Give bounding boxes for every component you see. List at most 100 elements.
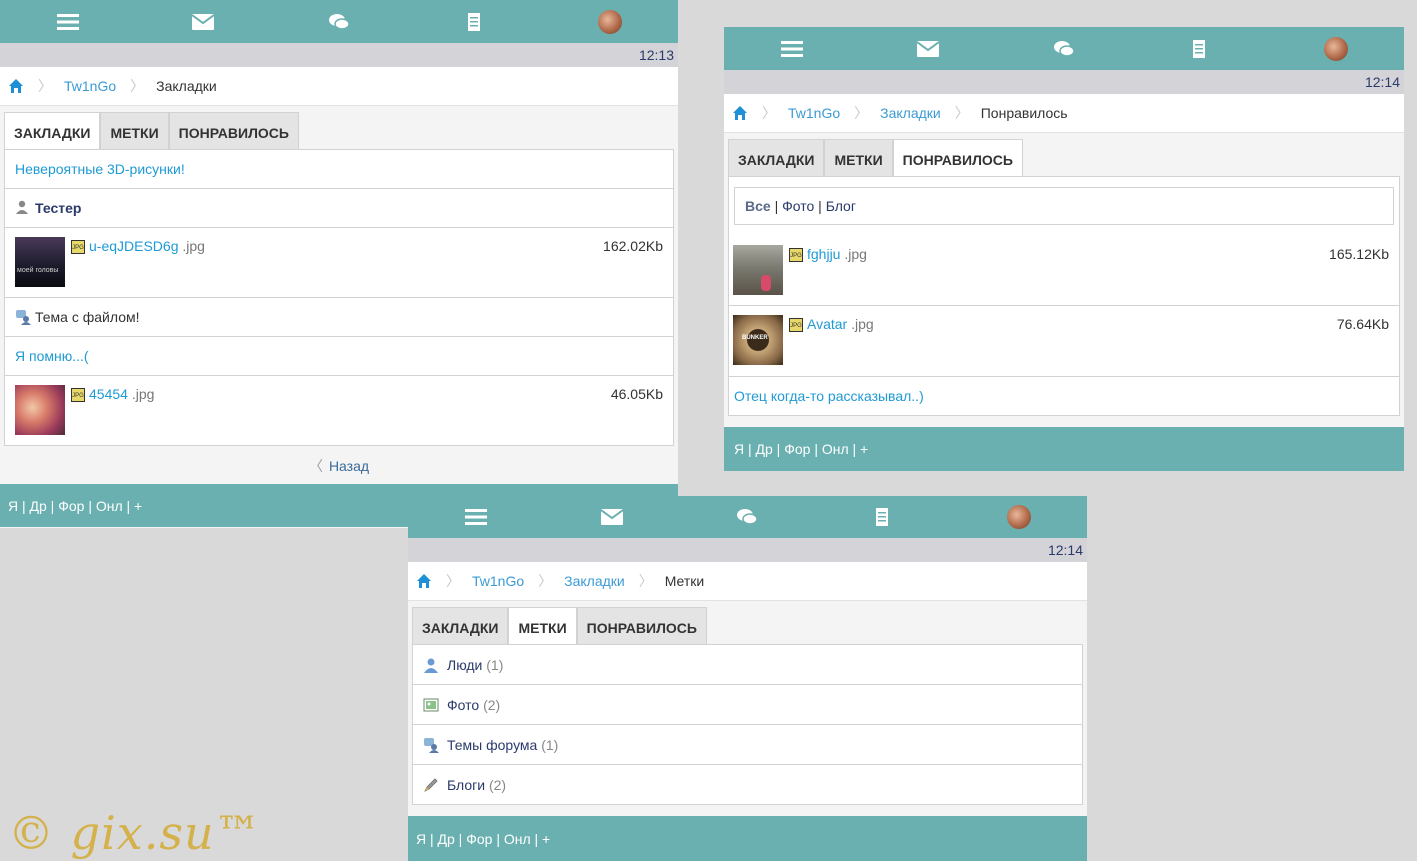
tag-count: (2) (483, 696, 501, 713)
filter-all[interactable]: Все (745, 198, 771, 214)
bookmark-link[interactable]: Я помню...( (15, 348, 89, 364)
filter-blog[interactable]: Блог (826, 198, 856, 214)
file-thumbnail[interactable]: моей головы (15, 237, 65, 287)
tag-item-people[interactable]: Люди (1) (413, 645, 1082, 685)
mail-icon[interactable] (916, 37, 940, 61)
tab-liked[interactable]: ПОНРАВИЛОСЬ (576, 607, 707, 644)
clock: 12:14 (724, 70, 1404, 94)
file-size: 162.02Kb (603, 238, 663, 254)
home-icon[interactable] (8, 78, 24, 94)
chevron-right-icon: 〉 (854, 105, 869, 121)
file-thumbnail[interactable] (15, 385, 65, 435)
jpg-file-icon: JPG (71, 388, 85, 402)
clock: 12:13 (0, 43, 678, 67)
home-icon[interactable] (732, 105, 748, 121)
tag-label: Люди (447, 656, 483, 673)
filter-photo[interactable]: Фото (782, 198, 814, 214)
user-avatar[interactable] (1324, 36, 1348, 61)
chat-icon[interactable] (327, 10, 351, 34)
chat-icon[interactable] (1052, 37, 1076, 61)
tag-count: (1) (541, 736, 559, 753)
tab-tags[interactable]: МЕТКИ (100, 112, 169, 149)
file-thumbnail[interactable]: BUNKER (733, 315, 783, 365)
file-link[interactable]: fghjju (807, 246, 840, 262)
jpg-file-icon: JPG (789, 248, 803, 262)
footer-nav[interactable]: Я | Др | Фор | Онл | + (724, 427, 1404, 471)
list-item: Отец когда-то рассказывал..) (729, 377, 1399, 415)
file-link[interactable]: u-eqJDESD6g (89, 238, 179, 254)
bookmark-list: Невероятные 3D-рисунки! Тестер моей голо… (4, 149, 674, 446)
menu-icon[interactable] (56, 10, 80, 34)
file-ext: .jpg (182, 238, 205, 254)
notes-icon[interactable] (463, 10, 487, 34)
list-item: Я помню...( (5, 337, 673, 376)
breadcrumb-bookmarks-link[interactable]: Закладки (564, 573, 625, 589)
footer-nav[interactable]: Я | Др | Фор | Онл | + (408, 816, 1087, 861)
chevron-right-icon: 〉 (954, 105, 969, 121)
tag-count: (2) (488, 776, 507, 793)
tag-count: (1) (486, 656, 504, 673)
menu-icon[interactable] (780, 37, 804, 61)
user-icon (15, 200, 31, 216)
top-nav (408, 496, 1087, 538)
home-icon[interactable] (416, 573, 432, 589)
topic-title[interactable]: Тема с файлом! (35, 309, 140, 325)
mail-icon[interactable] (600, 505, 624, 529)
notes-icon[interactable] (1188, 37, 1212, 61)
breadcrumb-site-link[interactable]: Tw1nGo (788, 105, 840, 121)
tab-bookmarks[interactable]: ЗАКЛАДКИ (728, 139, 825, 176)
tab-tags[interactable]: МЕТКИ (824, 139, 893, 176)
blog-link[interactable]: Отец когда-то рассказывал..) (734, 388, 924, 404)
notes-icon[interactable] (871, 505, 895, 529)
top-nav (724, 27, 1404, 70)
tag-item-blogs[interactable]: Блоги (2) (413, 765, 1082, 804)
tab-bar: ЗАКЛАДКИ МЕТКИ ПОНРАВИЛОСЬ (0, 106, 678, 149)
photo-icon (423, 697, 439, 713)
breadcrumb-current: Понравилось (980, 105, 1068, 121)
tag-item-photos[interactable]: Фото (2) (413, 685, 1082, 725)
mail-icon[interactable] (191, 10, 215, 34)
tab-liked[interactable]: ПОНРАВИЛОСЬ (892, 139, 1023, 176)
file-size: 165.12Kb (1329, 246, 1389, 262)
user-avatar[interactable] (598, 9, 623, 34)
menu-icon[interactable] (464, 505, 488, 529)
chevron-right-icon: 〉 (38, 78, 52, 94)
chevron-left-icon: 〈 (308, 458, 323, 474)
panel-liked: 12:14 〉 Tw1nGo 〉 Закладки 〉 Понравилось … (724, 27, 1404, 471)
pen-icon (423, 777, 439, 793)
tab-liked[interactable]: ПОНРАВИЛОСЬ (168, 112, 299, 149)
panel-tags: 12:14 〉 Tw1nGo 〉 Закладки 〉 Метки ЗАКЛАД… (408, 496, 1087, 861)
file-link[interactable]: 45454 (89, 386, 128, 402)
user-name[interactable]: Тестер (35, 200, 81, 216)
chevron-right-icon: 〉 (446, 573, 460, 589)
file-size: 76.64Kb (1336, 316, 1389, 332)
user-avatar[interactable] (1007, 505, 1032, 529)
file-thumbnail[interactable] (733, 245, 783, 295)
file-link[interactable]: Avatar (807, 316, 847, 332)
tag-label: Фото (447, 696, 480, 713)
tab-bookmarks[interactable]: ЗАКЛАДКИ (412, 607, 509, 644)
tab-tags[interactable]: МЕТКИ (508, 607, 577, 644)
bookmark-link[interactable]: Невероятные 3D-рисунки! (15, 161, 185, 177)
breadcrumb-site-link[interactable]: Tw1nGo (472, 573, 524, 589)
breadcrumb-bookmarks-link[interactable]: Закладки (880, 105, 941, 121)
tag-item-forum-topics[interactable]: Темы форума (1) (413, 725, 1082, 765)
list-item: Тема с файлом! (5, 298, 673, 337)
back-link[interactable]: 〈 Назад (0, 446, 678, 484)
tab-bookmarks[interactable]: ЗАКЛАДКИ (4, 112, 101, 149)
breadcrumb: 〉 Tw1nGo 〉 Закладки (0, 67, 678, 106)
jpg-file-icon: JPG (71, 240, 85, 254)
list-item: Невероятные 3D-рисунки! (5, 150, 673, 189)
filter-separator: | (774, 198, 779, 214)
breadcrumb-site-link[interactable]: Tw1nGo (64, 78, 116, 94)
breadcrumb-current: Закладки (156, 78, 217, 94)
watermark: © gix.su™ (8, 806, 262, 860)
forum-topic-icon (15, 309, 31, 325)
tab-bar: ЗАКЛАДКИ МЕТКИ ПОНРАВИЛОСЬ (408, 601, 1087, 644)
tag-label: Блоги (447, 776, 486, 793)
chat-icon[interactable] (735, 505, 759, 529)
file-ext: .jpg (851, 316, 874, 332)
breadcrumb: 〉 Tw1nGo 〉 Закладки 〉 Метки (408, 562, 1087, 601)
top-nav (0, 0, 678, 43)
